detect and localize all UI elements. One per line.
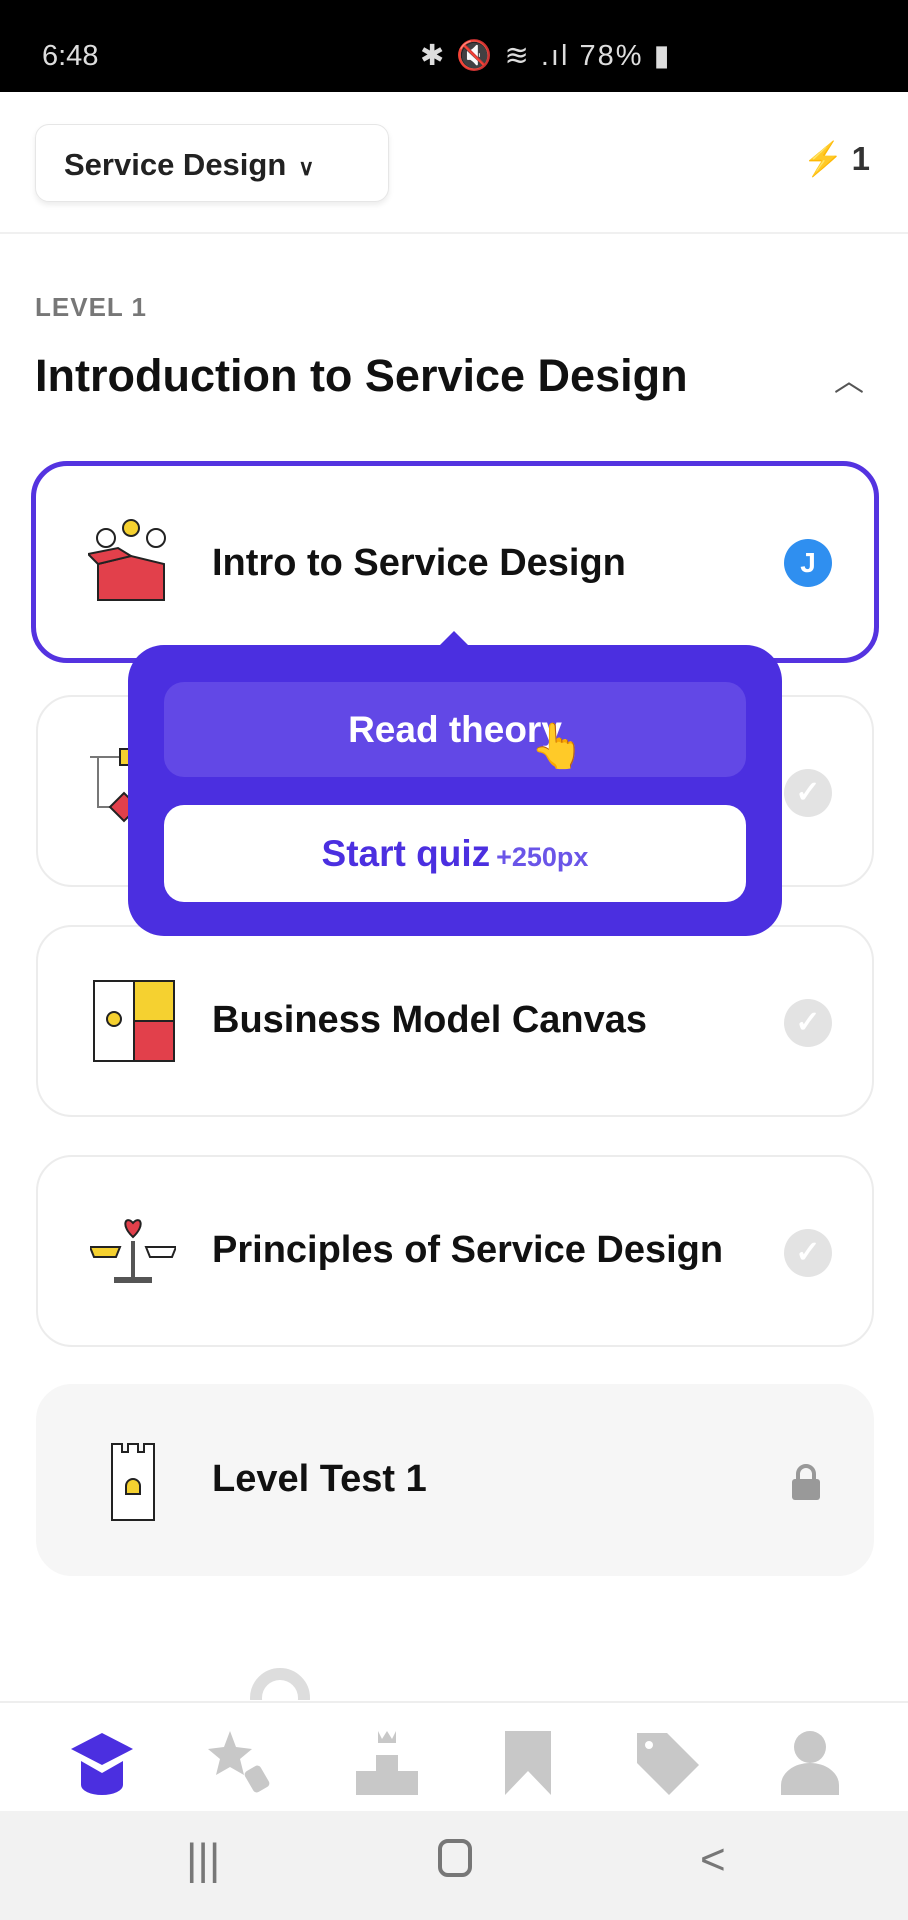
level-title: Introduction to Service Design xyxy=(35,350,688,401)
level-label: LEVEL 1 xyxy=(35,292,148,322)
lesson-card-principles[interactable]: Principles of Service Design ✓ xyxy=(36,1155,874,1347)
battery-level: 78% xyxy=(579,40,644,72)
stars-icon[interactable] xyxy=(208,1729,278,1795)
graduation-cap-icon[interactable] xyxy=(67,1729,137,1795)
chevron-up-icon[interactable]: ︿ xyxy=(834,356,864,400)
start-quiz-label: Start quiz xyxy=(321,833,491,874)
lesson-card-level-test[interactable]: Level Test 1 xyxy=(36,1384,874,1576)
clock: 6:48 xyxy=(42,40,99,72)
battery-icon: ▮ xyxy=(653,40,672,72)
read-theory-button[interactable]: Read theory xyxy=(164,682,746,777)
quiz-reward: +250px xyxy=(496,842,589,872)
check-icon: ✓ xyxy=(784,769,832,817)
hand-cursor-icon: 👆 xyxy=(530,722,585,771)
tower-icon xyxy=(111,1443,155,1521)
lock-icon xyxy=(792,1464,820,1500)
bottom-nav xyxy=(0,1703,908,1811)
open-box-icon xyxy=(88,519,166,601)
profile-icon[interactable] xyxy=(775,1729,845,1795)
status-icons-glyphs: ✱ 🔇 ≋ .ıl xyxy=(420,40,570,72)
lightning-icon: ⚡ xyxy=(802,140,844,177)
start-quiz-button[interactable]: Start quiz +250px xyxy=(164,805,746,902)
avatar: J xyxy=(784,539,832,587)
home-icon[interactable] xyxy=(438,1839,472,1877)
lesson-card-business-model-canvas[interactable]: Business Model Canvas ✓ xyxy=(36,925,874,1117)
status-icons: ✱ 🔇 ≋ .ıl 78% ▮ xyxy=(420,38,672,73)
check-icon: ✓ xyxy=(784,1229,832,1277)
lesson-title: Business Model Canvas xyxy=(212,999,648,1041)
course-selector[interactable]: Service Design ∨ xyxy=(35,124,389,202)
status-bar: 6:48 ✱ 🔇 ≋ .ıl 78% ▮ xyxy=(0,0,908,92)
balance-scale-icon xyxy=(90,1219,176,1283)
chevron-down-icon: ∨ xyxy=(298,155,315,180)
bookmark-icon[interactable] xyxy=(493,1729,563,1795)
course-name: Service Design xyxy=(64,147,287,182)
recent-apps-icon[interactable]: ||| xyxy=(186,1835,220,1885)
lesson-title: Level Test 1 xyxy=(212,1458,427,1500)
lesson-title: Principles of Service Design xyxy=(212,1229,724,1271)
leaderboard-icon[interactable] xyxy=(352,1729,422,1795)
canvas-icon xyxy=(93,980,175,1062)
check-icon: ✓ xyxy=(784,999,832,1047)
streak-count: 1 xyxy=(851,140,870,177)
lesson-popover: Read theory Start quiz +250px xyxy=(128,631,782,936)
system-nav-bar: ||| < xyxy=(0,1811,908,1920)
tag-icon[interactable] xyxy=(633,1729,703,1795)
divider xyxy=(0,232,908,234)
lesson-title: Intro to Service Design xyxy=(212,542,626,584)
back-icon[interactable]: < xyxy=(700,1835,726,1885)
streak-counter[interactable]: ⚡ 1 xyxy=(803,140,870,179)
